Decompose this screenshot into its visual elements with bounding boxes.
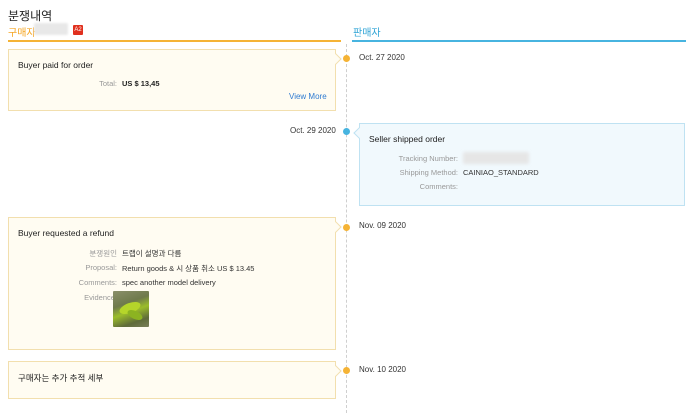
comments-value: spec another model delivery <box>122 278 216 287</box>
total-label: Total: <box>99 79 117 88</box>
shipping-method-label: Shipping Method: <box>399 168 458 177</box>
proposal-label: Proposal: <box>85 263 117 272</box>
event-card-buyer-tracking: 구매자는 추가 추적 세부 <box>8 361 342 399</box>
buyer-badge: A2 <box>73 25 83 35</box>
event-title: Buyer requested a refund <box>18 228 114 238</box>
leaf-shape <box>126 307 144 323</box>
event-card-seller-shipped: Seller shipped order Tracking Number: Sh… <box>353 123 685 206</box>
comments-label: Comments: <box>78 278 117 287</box>
evidence-photo-icon[interactable] <box>113 291 149 327</box>
event-date: Oct. 29 2020 <box>290 126 336 135</box>
card-pointer <box>330 365 342 377</box>
shipping-method-value: CAINIAO_STANDARD <box>463 168 539 177</box>
dispute-reason-value: 트랩이 설명과 다름 <box>122 249 182 258</box>
buyer-name-redacted <box>34 23 68 35</box>
event-date: Oct. 27 2020 <box>359 53 405 62</box>
event-title: Seller shipped order <box>369 134 446 144</box>
page-title: 분쟁내역 <box>8 9 53 23</box>
seller-header-underline <box>352 40 686 42</box>
timeline-dot-seller <box>343 128 350 135</box>
timeline-dot-buyer <box>343 224 350 231</box>
dispute-history-panel: 분쟁내역 구매자 A2 판매자 Oct. 27 2020 Buyer paid … <box>0 0 694 413</box>
card-pointer <box>330 221 342 233</box>
tracking-number-label: Tracking Number: <box>398 154 458 163</box>
buyer-column-header: 구매자 <box>8 28 36 39</box>
event-title: Buyer paid for order <box>18 60 94 70</box>
event-title: 구매자는 추가 추적 세부 <box>18 373 104 383</box>
seller-column-header: 판매자 <box>353 28 381 39</box>
timeline-dot-buyer <box>343 367 350 374</box>
card-pointer <box>353 127 365 139</box>
dispute-reason-label: 분쟁원인 <box>89 249 117 258</box>
evidence-label: Evidence: <box>84 293 117 302</box>
comments-label: Comments: <box>419 182 458 191</box>
timeline-dot-buyer <box>343 55 350 62</box>
tracking-number-redacted <box>463 152 529 164</box>
event-card-buyer-refund: Buyer requested a refund 분쟁원인 트랩이 설명과 다름… <box>8 217 342 350</box>
buyer-header-underline <box>8 40 341 42</box>
event-date: Nov. 09 2020 <box>359 221 406 230</box>
view-more-link[interactable]: View More <box>289 92 327 101</box>
event-card-buyer-paid: Buyer paid for order Total: US $ 13,45 V… <box>8 49 342 111</box>
total-value: US $ 13,45 <box>122 79 160 88</box>
proposal-value: Return goods & 시 상품 취소 US $ 13.45 <box>122 264 255 273</box>
event-date: Nov. 10 2020 <box>359 365 406 374</box>
card-pointer <box>330 53 342 65</box>
